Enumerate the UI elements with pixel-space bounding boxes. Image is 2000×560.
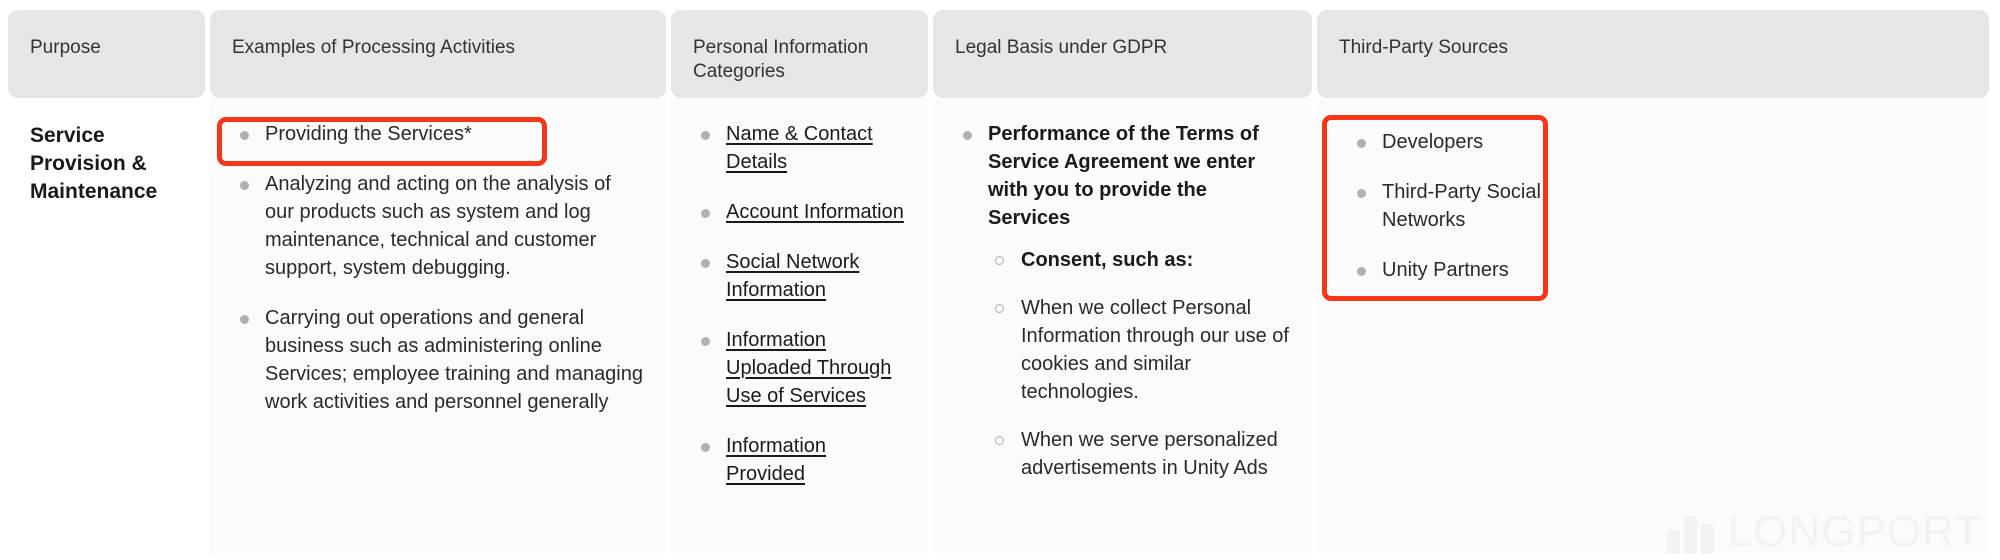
legal-basis-sub-text: When we collect Personal Information thr…	[1021, 297, 1289, 403]
list-item[interactable]: Name & Contact Details	[693, 120, 906, 176]
purpose-title: Service Provision & Maintenance	[30, 124, 158, 203]
personal-information-categories-list: Name & Contact Details Account Informati…	[693, 120, 906, 488]
list-item: Consent, such as:	[988, 246, 1290, 274]
column-header-personal-information-categories: Personal Information Categories	[671, 10, 928, 98]
table-header-row: Purpose Examples of Processing Activitie…	[0, 10, 2000, 98]
cell-processing-activities: Providing the Services* Analyzing and ac…	[210, 98, 666, 553]
category-link[interactable]: Account Information	[726, 201, 904, 223]
list-item: Developers	[1349, 128, 1559, 156]
legal-basis-sub-text: Consent, such as:	[1021, 249, 1194, 271]
source-text: Unity Partners	[1382, 259, 1509, 281]
cell-personal-information-categories: Name & Contact Details Account Informati…	[671, 98, 928, 553]
legal-basis-sub-text: When we serve personalized advertisement…	[1021, 429, 1278, 479]
third-party-sources-list: Developers Third-Party Social Networks U…	[1339, 120, 1559, 284]
list-item: Unity Partners	[1349, 256, 1559, 284]
list-item: Providing the Services*	[232, 120, 644, 148]
list-item: Analyzing and acting on the analysis of …	[232, 170, 644, 282]
table-row: Service Provision & Maintenance Providin…	[0, 98, 2000, 553]
column-header-third-party-sources: Third-Party Sources	[1317, 10, 1989, 98]
list-item[interactable]: Information Uploaded Through Use of Serv…	[693, 326, 906, 410]
category-link[interactable]: Information Provided	[726, 435, 826, 485]
list-item: When we serve personalized advertisement…	[988, 426, 1290, 482]
legal-basis-sublist: Consent, such as: When we collect Person…	[988, 246, 1290, 482]
legal-basis-list: Performance of the Terms of Service Agre…	[955, 120, 1290, 482]
activity-text: Providing the Services*	[265, 123, 472, 145]
category-link[interactable]: Information Uploaded Through Use of Serv…	[726, 329, 891, 407]
column-header-legal-basis: Legal Basis under GDPR	[933, 10, 1312, 98]
category-link[interactable]: Social Network Information	[726, 251, 859, 301]
cell-legal-basis: Performance of the Terms of Service Agre…	[933, 98, 1312, 553]
column-header-label: Personal Information Categories	[693, 37, 869, 82]
list-item: Carrying out operations and general busi…	[232, 304, 644, 416]
column-header-processing-activities: Examples of Processing Activities	[210, 10, 666, 98]
column-header-label: Third-Party Sources	[1339, 37, 1508, 58]
category-link[interactable]: Name & Contact Details	[726, 123, 873, 173]
list-item: When we collect Personal Information thr…	[988, 294, 1290, 406]
activity-text: Carrying out operations and general busi…	[265, 307, 643, 413]
list-item[interactable]: Account Information	[693, 198, 906, 226]
activity-text: Analyzing and acting on the analysis of …	[265, 173, 611, 279]
processing-activities-list: Providing the Services* Analyzing and ac…	[232, 120, 644, 416]
column-header-purpose: Purpose	[8, 10, 205, 98]
legal-basis-text: Performance of the Terms of Service Agre…	[988, 123, 1259, 229]
cell-purpose: Service Provision & Maintenance	[8, 98, 205, 553]
list-item[interactable]: Social Network Information	[693, 248, 906, 304]
privacy-table: Purpose Examples of Processing Activitie…	[0, 0, 2000, 560]
column-header-label: Legal Basis under GDPR	[955, 37, 1168, 58]
list-item: Performance of the Terms of Service Agre…	[955, 120, 1290, 482]
list-item[interactable]: Information Provided	[693, 432, 906, 488]
cell-third-party-sources: Developers Third-Party Social Networks U…	[1317, 98, 1989, 553]
list-item: Third-Party Social Networks	[1349, 178, 1559, 234]
source-text: Third-Party Social Networks	[1382, 181, 1541, 231]
source-text: Developers	[1382, 131, 1484, 153]
column-header-label: Examples of Processing Activities	[232, 37, 516, 58]
column-header-label: Purpose	[30, 37, 101, 58]
